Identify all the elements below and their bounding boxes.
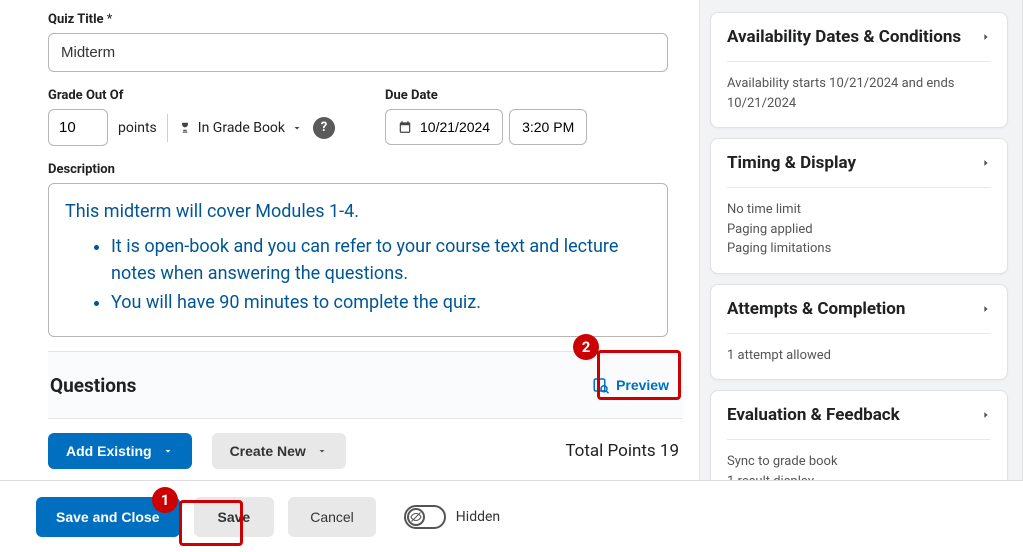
save-button[interactable]: Save [194, 497, 275, 537]
visibility-toggle[interactable] [404, 505, 446, 529]
questions-heading: Questions [50, 374, 136, 397]
grade-out-of-label: Grade Out Of [48, 88, 335, 103]
grade-out-of-input[interactable] [48, 109, 108, 146]
availability-body: Availability starts 10/21/2024 and ends … [727, 61, 991, 113]
attempts-body: 1 attempt allowed [727, 333, 991, 366]
timing-body: No time limit Paging applied Paging limi… [727, 187, 991, 259]
help-icon[interactable]: ? [313, 117, 335, 139]
divider [167, 114, 168, 142]
chevron-right-icon [981, 29, 991, 45]
due-time-picker[interactable]: 3:20 PM [509, 109, 587, 145]
chevron-down-icon [162, 445, 174, 457]
create-new-button[interactable]: Create New [212, 433, 346, 469]
footer-bar: Save and Close Save Cancel Hidden [0, 480, 1023, 552]
preview-icon [592, 376, 610, 394]
trophy-icon [178, 121, 192, 135]
description-editor[interactable]: This midterm will cover Modules 1-4. It … [48, 183, 668, 337]
chevron-down-icon [291, 122, 303, 134]
attempts-panel[interactable]: Attempts & Completion 1 attempt allowed [710, 284, 1008, 381]
save-and-close-button[interactable]: Save and Close [36, 497, 180, 537]
description-bullet: You will have 90 minutes to complete the… [111, 289, 651, 316]
cancel-button[interactable]: Cancel [288, 497, 376, 537]
description-bullet: It is open-book and you can refer to you… [111, 233, 651, 287]
eye-off-icon [410, 511, 422, 523]
description-label: Description [48, 162, 683, 177]
chevron-right-icon [981, 301, 991, 317]
attempts-title: Attempts & Completion [727, 299, 905, 319]
in-grade-book-dropdown[interactable]: In Grade Book [178, 120, 303, 136]
add-existing-button[interactable]: Add Existing [48, 433, 192, 469]
chevron-down-icon [316, 445, 328, 457]
preview-button[interactable]: Preview [582, 366, 679, 404]
due-date-label: Due Date [385, 88, 587, 103]
quiz-title-input[interactable] [48, 33, 668, 72]
evaluation-title: Evaluation & Feedback [727, 405, 900, 425]
timing-title: Timing & Display [727, 153, 856, 173]
chevron-right-icon [981, 155, 991, 171]
availability-panel[interactable]: Availability Dates & Conditions Availabi… [710, 12, 1008, 128]
availability-title: Availability Dates & Conditions [727, 27, 961, 47]
chevron-right-icon [981, 407, 991, 423]
calendar-icon [398, 120, 412, 134]
description-intro: This midterm will cover Modules 1-4. [65, 198, 651, 225]
quiz-title-label: Quiz Title * [48, 12, 683, 27]
total-points-label: Total Points 19 [565, 441, 679, 461]
timing-panel[interactable]: Timing & Display No time limit Paging ap… [710, 138, 1008, 274]
hidden-label: Hidden [456, 509, 500, 525]
due-date-picker[interactable]: 10/21/2024 [385, 109, 503, 145]
points-label: points [118, 120, 157, 136]
